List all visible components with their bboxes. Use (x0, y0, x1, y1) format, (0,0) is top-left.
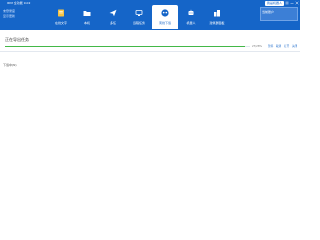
progress-size: 27/28% (252, 45, 262, 48)
nav-item-multi[interactable]: 多任 (100, 5, 126, 29)
nav-label: 本机 (83, 21, 90, 25)
nav-label: 离线下载 (158, 21, 171, 25)
account-text: 当前账户 (262, 10, 275, 14)
pause-action[interactable]: 暂停 (268, 45, 273, 48)
nav-item-online-text[interactable]: 在线文字 (48, 5, 74, 29)
nav-label: 在线文字 (54, 21, 67, 25)
task-name: 正在导出任务 (5, 37, 29, 42)
send-icon (109, 9, 117, 17)
open-action[interactable]: 打开 (284, 45, 289, 48)
nav-label: 机器人 (186, 21, 196, 25)
nav-label: 远程任务 (132, 21, 145, 25)
close-button[interactable] (295, 1, 299, 5)
close-icon (295, 1, 299, 5)
document-icon (58, 9, 64, 17)
user-sub-status[interactable]: 显示更新 (3, 14, 15, 18)
nav-item-local[interactable]: 本机 (74, 5, 100, 29)
minimize-button[interactable] (290, 1, 294, 5)
minimize-icon (290, 3, 294, 4)
menu-icon (285, 1, 289, 5)
close-action[interactable]: 关闭 (292, 45, 297, 48)
nav-item-robot[interactable]: 机器人 (178, 5, 204, 29)
cancel-action[interactable]: 取消 (276, 45, 281, 48)
nav-item-buildings[interactable]: 建筑群面板 (204, 5, 230, 29)
folder-icon (83, 11, 91, 16)
menu-button[interactable] (285, 1, 289, 5)
top-right-button[interactable]: 我是机器人 (265, 1, 284, 6)
nav-item-offline-download[interactable]: 离线下载 (152, 5, 178, 29)
progress-fill (5, 46, 246, 48)
robot-icon (188, 9, 194, 15)
nav-label: 建筑群面板 (209, 21, 225, 25)
remote-task-icon (135, 10, 143, 16)
section-label: 下载中(N) (3, 63, 17, 67)
user-status[interactable]: 未登录度 (3, 9, 15, 13)
nav-label: 多任 (109, 21, 116, 25)
task-row[interactable] (0, 30, 300, 52)
buildings-icon (214, 10, 220, 17)
progress-bar (5, 46, 250, 48)
window-title: IDM 全功能 9.02 (7, 1, 31, 5)
nav-item-remote[interactable]: 远程任务 (126, 5, 152, 29)
download-panda-icon (161, 9, 169, 17)
